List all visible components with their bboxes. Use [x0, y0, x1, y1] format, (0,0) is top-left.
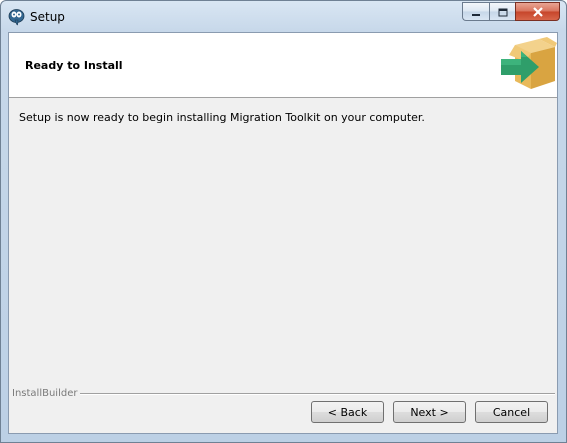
maximize-icon — [498, 2, 508, 21]
ready-message: Setup is now ready to begin installing M… — [19, 111, 425, 124]
footer-divider — [75, 393, 555, 395]
back-button[interactable]: < Back — [311, 401, 384, 423]
installbuilder-branding: InstallBuilder — [12, 388, 81, 399]
cancel-button[interactable]: Cancel — [475, 401, 548, 423]
minimize-icon — [471, 2, 481, 21]
postgresql-elephant-icon — [8, 8, 25, 26]
minimize-button[interactable] — [462, 2, 489, 21]
caption-buttons — [462, 2, 560, 22]
next-button[interactable]: Next > — [393, 401, 466, 423]
wizard-panel: Ready to Install Setup is now ready to b… — [8, 32, 558, 434]
close-button[interactable] — [515, 2, 560, 21]
wizard-header: Ready to Install — [9, 33, 557, 98]
maximize-button[interactable] — [489, 2, 515, 21]
page-title: Ready to Install — [25, 59, 123, 72]
setup-window: Setup Ready to Install Setup is now read… — [0, 0, 567, 443]
window-title: Setup — [30, 10, 65, 24]
close-icon — [532, 2, 544, 21]
title-bar[interactable]: Setup — [1, 1, 566, 33]
box-with-green-arrow-icon — [499, 37, 557, 93]
